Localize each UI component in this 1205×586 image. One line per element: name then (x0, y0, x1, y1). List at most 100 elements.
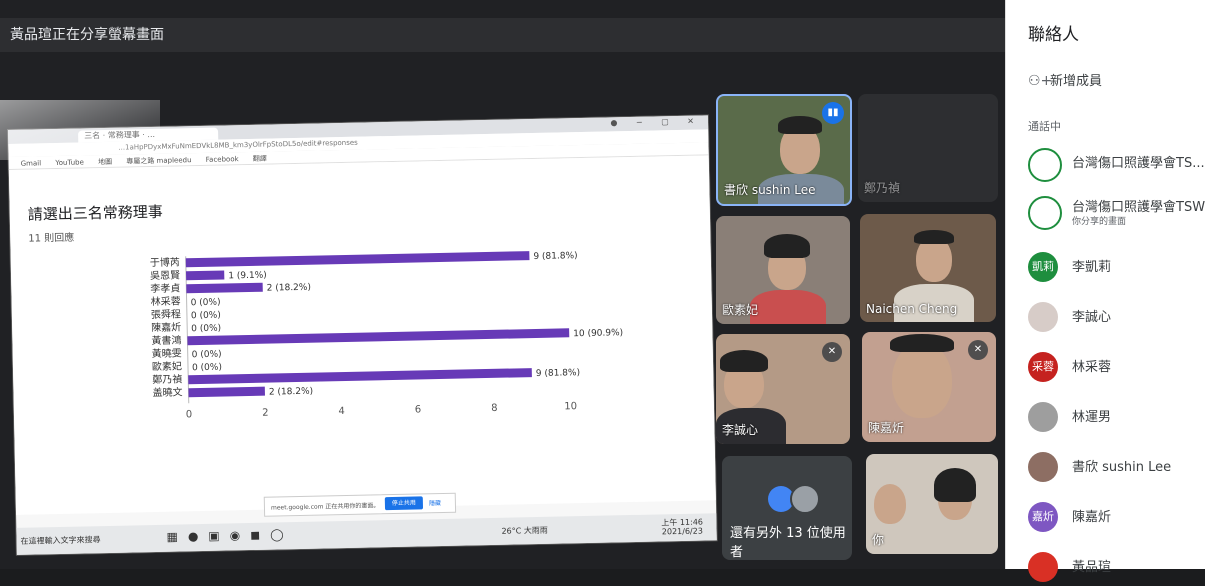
tile-faded[interactable]: 鄭乃禎 (858, 94, 998, 202)
bar-value-label: 9 (81.8%) (533, 251, 577, 262)
category-label: 黃書鴻 (151, 333, 181, 347)
participant-body (750, 290, 826, 324)
tile-speaker[interactable]: ▮▮ 書欣 sushin Lee (716, 94, 852, 206)
bookmark-youtube[interactable]: YouTube (55, 158, 84, 167)
tile-name: Naichen Cheng (866, 302, 957, 316)
category-label: 陳嘉炘 (151, 320, 181, 334)
hide-notice-button[interactable]: 隱藏 (429, 498, 441, 507)
taskbar-app-icons[interactable]: ▦●▣◉◼◯ (166, 527, 293, 544)
avatar (1028, 302, 1058, 332)
bar (186, 283, 263, 294)
bar-value-label: 0 (0%) (192, 350, 222, 361)
tile-participant[interactable]: 歐素妃 (716, 216, 850, 324)
participant-row[interactable]: 黃品瑄 (1028, 550, 1205, 586)
category-label: 歐素妃 (152, 359, 182, 373)
avatar (1028, 148, 1062, 182)
avatar (1028, 552, 1058, 582)
x-tick-label: 6 (415, 404, 422, 415)
bookmark-gmail[interactable]: Gmail (21, 159, 42, 167)
participant-row[interactable]: 書欣 sushin Lee (1028, 450, 1205, 486)
add-person-icon: ⚇+ (1028, 73, 1050, 89)
bar (186, 251, 530, 267)
category-label: 于博芮 (150, 255, 180, 269)
taskbar-clock: 上午 11:46 2021/6/23 (661, 518, 703, 537)
avatar (1028, 402, 1058, 432)
mic-off-icon: ✕ (822, 342, 842, 362)
bookmark-facebook[interactable]: Facebook (206, 155, 239, 164)
question-title: 請選出三名常務理事 (28, 201, 163, 225)
bar-value-label: 1 (9.1%) (228, 271, 267, 282)
sharing-notice-text: meet.google.com 正在共用你的畫面。 (271, 500, 380, 511)
presenting-banner: 黃品瑄正在分享螢幕畫面 (0, 18, 1005, 52)
avatar (1028, 452, 1058, 482)
avatar: 嘉炘 (1028, 502, 1058, 532)
participant-name: 台灣傷口照護學會TS... ( (1072, 152, 1205, 171)
speaking-indicator-icon: ▮▮ (822, 102, 844, 124)
participant-name: 林運男 (1072, 406, 1111, 425)
avatar: 凱莉 (1028, 252, 1058, 282)
bookmark-mapleedu[interactable]: 專屬之路 mapleedu (126, 155, 191, 166)
meet-stage: 黃品瑄正在分享螢幕畫面 三名 · 常務理事 · ... ● − ▢ ✕ ...1… (0, 0, 1005, 569)
stop-sharing-button[interactable]: 停止共用 (385, 496, 423, 510)
bookmark-maps[interactable]: 地圖 (98, 157, 112, 167)
taskbar-search[interactable]: 在這裡輸入文字來搜尋 (21, 534, 101, 547)
x-tick-label: 8 (491, 403, 498, 414)
participant-hair (764, 234, 810, 258)
people-panel-title: 聯絡人 (1028, 20, 1079, 45)
participant-row[interactable]: 李誠心 (1028, 300, 1205, 336)
participant-hair (720, 350, 768, 372)
response-bar-chart: 于博芮9 (81.8%)吳恩賢1 (9.1%)李孝貞2 (18.2%)林采蓉0 … (11, 236, 706, 490)
window-controls[interactable]: ● − ▢ ✕ (610, 116, 702, 127)
avatar: 采蓉 (1028, 352, 1058, 382)
tile-participant[interactable]: ✕ 陳嘉炘 (862, 332, 996, 442)
tile-name: 歐素妃 (722, 301, 758, 318)
windows-taskbar: 在這裡輸入文字來搜尋 ▦●▣◉◼◯ 26°C 大雨雨 上午 11:46 2021… (16, 513, 716, 555)
tile-name: 書欣 sushin Lee (724, 181, 816, 198)
bar (186, 271, 224, 281)
participant-row[interactable]: 嘉炘陳嘉炘 (1028, 500, 1205, 536)
category-label: 黃曉雯 (152, 346, 182, 360)
participant-row[interactable]: 凱莉李凱莉 (1028, 250, 1205, 286)
bar-value-label: 0 (0%) (191, 298, 221, 309)
participant-row[interactable]: 台灣傷口照護學會TS... ( (1028, 146, 1205, 182)
bar-value-label: 0 (0%) (192, 363, 222, 374)
add-people-button[interactable]: ⚇+新增成員 (1028, 70, 1102, 89)
category-label: 盖曉文 (152, 385, 182, 399)
response-count: 11 則回應 (28, 229, 74, 245)
bar-value-label: 0 (0%) (191, 324, 221, 335)
tile-self[interactable]: 你 (866, 454, 998, 554)
participant-subtitle: 你分享的畫面 (1072, 214, 1126, 227)
participant-hair (778, 116, 822, 134)
taskbar-weather: 26°C 大雨雨 (501, 525, 548, 537)
bar-value-label: 9 (81.8%) (536, 368, 580, 379)
category-label: 鄭乃禎 (152, 372, 182, 386)
x-tick-label: 2 (262, 408, 269, 419)
bar (188, 387, 265, 398)
participant-face (874, 484, 906, 524)
participant-name: 書欣 sushin Lee (1072, 456, 1171, 475)
category-label: 張舜程 (151, 307, 181, 321)
bar-value-label: 0 (0%) (191, 311, 221, 322)
participant-row[interactable]: 采蓉林采蓉 (1028, 350, 1205, 386)
people-panel: 聯絡人 ⚇+新增成員 通話中 台灣傷口照護學會TS... (台灣傷口照護學會TS… (1005, 0, 1205, 569)
category-label: 吳恩賢 (150, 269, 180, 282)
avatar (1028, 196, 1062, 230)
participant-name: 台灣傷口照護學會TSWC (1072, 196, 1205, 215)
participant-hair (914, 230, 954, 244)
tile-name: 你 (872, 531, 884, 548)
bookmark-translate[interactable]: 翻譯 (253, 154, 267, 164)
tile-name: 鄭乃禎 (864, 179, 900, 196)
participant-face (892, 342, 952, 418)
tile-participant[interactable]: ✕ 李誠心 (716, 334, 850, 444)
taskbar-date: 2021/6/23 (661, 527, 703, 537)
mic-off-icon: ✕ (968, 340, 988, 360)
bar (188, 368, 532, 384)
participant-name: 李凱莉 (1072, 256, 1111, 275)
tile-others[interactable]: 還有另外 13 位使用者 (722, 456, 852, 560)
shared-screen: 三名 · 常務理事 · ... ● − ▢ ✕ ...1aHpPDyxMxFuN… (8, 115, 717, 555)
participant-row[interactable]: 台灣傷口照護學會TSWC你分享的畫面 (1028, 194, 1205, 230)
participant-row[interactable]: 林運男 (1028, 400, 1205, 436)
tile-participant[interactable]: Naichen Cheng (860, 214, 996, 322)
bar (187, 328, 569, 345)
bar-value-label: 10 (90.9%) (573, 328, 623, 339)
